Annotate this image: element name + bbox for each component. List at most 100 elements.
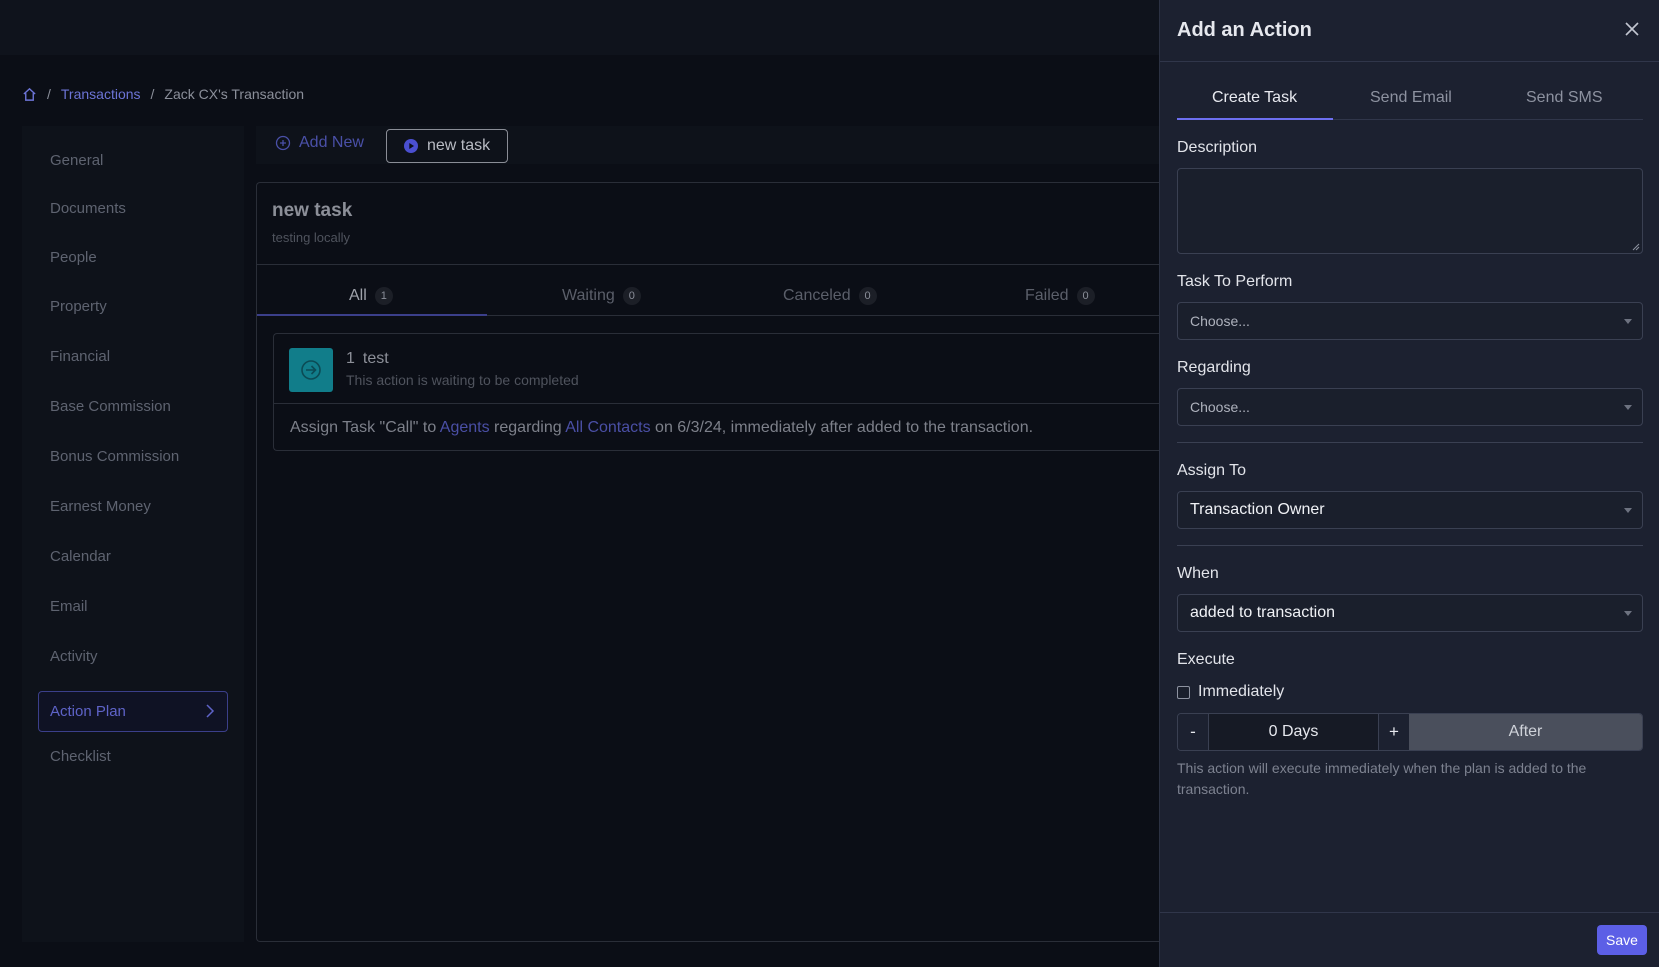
sidebar-item-checklist[interactable]: Checklist [50,748,111,765]
action-card[interactable]: 1 test This action is waiting to be compl… [273,333,1163,451]
divider [1177,442,1643,443]
sidebar-item-email[interactable]: Email [50,598,88,615]
count-badge: 0 [858,287,877,305]
action-description: Assign Task "Call" to Agents regarding A… [290,419,1033,437]
desc-text: on 6/3/24, immediately after added to th… [650,419,1034,436]
desc-text: regarding [489,419,566,436]
new-task-label: new task [427,137,491,154]
tab-failed[interactable]: Failed 0 [1025,287,1095,305]
decrement-button[interactable]: - [1178,714,1208,750]
breadcrumb-transactions[interactable]: Transactions [61,86,141,102]
sidebar-item-property[interactable]: Property [50,298,107,315]
breadcrumb-current: Zack CX's Transaction [164,86,305,102]
save-button[interactable]: Save [1597,925,1647,955]
select-value: added to transaction [1190,604,1335,621]
tab-label: Failed [1025,287,1069,304]
divider [1177,545,1643,546]
sidebar-item-earnest-money[interactable]: Earnest Money [50,498,151,515]
action-title: 1 test [346,350,389,368]
breadcrumb-separator: / [47,86,51,102]
immediately-checkbox-row: Immediately [1177,683,1284,701]
play-circle-icon [404,139,418,153]
chevron-right-icon [205,703,215,723]
drawer-title: Add an Action [1177,19,1312,41]
tab-canceled[interactable]: Canceled 0 [783,287,877,305]
sidebar-item-general[interactable]: General [50,152,103,169]
drawer-header: Add an Action [1160,0,1659,62]
days-stepper: - 0 Days + After [1177,713,1643,751]
sidebar-item-activity[interactable]: Activity [50,648,98,665]
add-new-button[interactable]: Add New [275,134,364,152]
tab-waiting[interactable]: Waiting 0 [562,287,641,305]
chevron-down-icon [1624,611,1632,616]
execute-help-text: This action will execute immediately whe… [1177,760,1587,797]
assign-to-label: Assign To [1177,462,1247,479]
divider [257,264,1159,265]
immediately-label[interactable]: Immediately [1198,683,1284,701]
sidebar-item-action-plan[interactable]: Action Plan [38,691,228,732]
new-task-tab[interactable]: new task [386,129,508,163]
action-number: 1 [346,350,355,367]
when-select[interactable]: added to transaction [1177,594,1643,632]
desc-text: Assign Task "Call" to [290,419,440,436]
sidebar-item-base-commission[interactable]: Base Commission [50,398,171,415]
assign-to-select[interactable]: Transaction Owner [1177,491,1643,529]
breadcrumb-separator: / [150,86,155,102]
increment-button[interactable]: + [1379,714,1409,750]
sidebar-item-bonus-commission[interactable]: Bonus Commission [50,448,179,465]
tab-label: All [349,287,367,304]
task-to-perform-select[interactable]: Choose... [1177,302,1643,340]
plus-circle-icon [275,135,291,151]
days-input[interactable]: 0 Days [1208,714,1379,750]
plan-toolbar: Add New new task [256,126,1159,164]
breadcrumb: / Transactions / Zack CX's Transaction [22,86,304,102]
description-textarea[interactable] [1177,168,1643,254]
active-tab-indicator [1177,118,1333,120]
sidebar-item-documents[interactable]: Documents [50,200,126,217]
sidebar-item-financial[interactable]: Financial [50,348,110,365]
sidebar-item-calendar[interactable]: Calendar [50,548,111,565]
chevron-down-icon [1624,508,1632,513]
select-value: Choose... [1190,399,1250,415]
active-tab-indicator [257,314,487,316]
sidebar-item-label: Action Plan [50,703,126,720]
count-badge: 0 [1076,287,1095,305]
chevron-down-icon [1624,405,1632,410]
tab-send-email[interactable]: Send Email [1370,89,1452,107]
tab-label: Waiting [562,287,615,304]
all-contacts-link[interactable]: All Contacts [565,419,650,436]
immediately-checkbox[interactable] [1177,685,1190,699]
drawer-footer-divider [1160,912,1659,913]
add-new-label: Add New [299,134,364,151]
select-value: Choose... [1190,313,1250,329]
action-plan-panel: new task testing locally All 1 Waiting 0… [256,182,1163,942]
action-icon [289,348,333,392]
tab-label: Canceled [783,287,851,304]
tab-create-task[interactable]: Create Task [1212,89,1297,107]
resize-grip-icon[interactable] [1632,243,1640,251]
sidebar: General Documents People Property Financ… [22,126,244,942]
regarding-label: Regarding [1177,359,1251,376]
execute-label: Execute [1177,651,1235,668]
count-badge: 0 [622,287,641,305]
tab-all[interactable]: All 1 [349,287,393,305]
count-badge: 1 [374,287,393,305]
chevron-down-icon [1624,319,1632,324]
sidebar-item-people[interactable]: People [50,249,97,266]
home-icon[interactable] [22,87,37,102]
plan-title: new task [272,200,353,221]
task-to-perform-label: Task To Perform [1177,273,1293,290]
select-value: Transaction Owner [1190,501,1325,518]
add-action-drawer: Add an Action Create Task Send Email Sen… [1159,0,1659,967]
description-label: Description [1177,139,1258,156]
tab-send-sms[interactable]: Send SMS [1526,89,1602,107]
agents-link[interactable]: Agents [440,419,490,436]
plan-subtitle: testing locally [272,230,351,245]
divider [274,403,1163,404]
action-status: This action is waiting to be completed [346,372,579,388]
regarding-select[interactable]: Choose... [1177,388,1643,426]
close-icon[interactable] [1623,20,1641,38]
when-label: When [1177,565,1219,582]
action-name: test [362,350,389,367]
after-toggle-button[interactable]: After [1409,714,1642,750]
